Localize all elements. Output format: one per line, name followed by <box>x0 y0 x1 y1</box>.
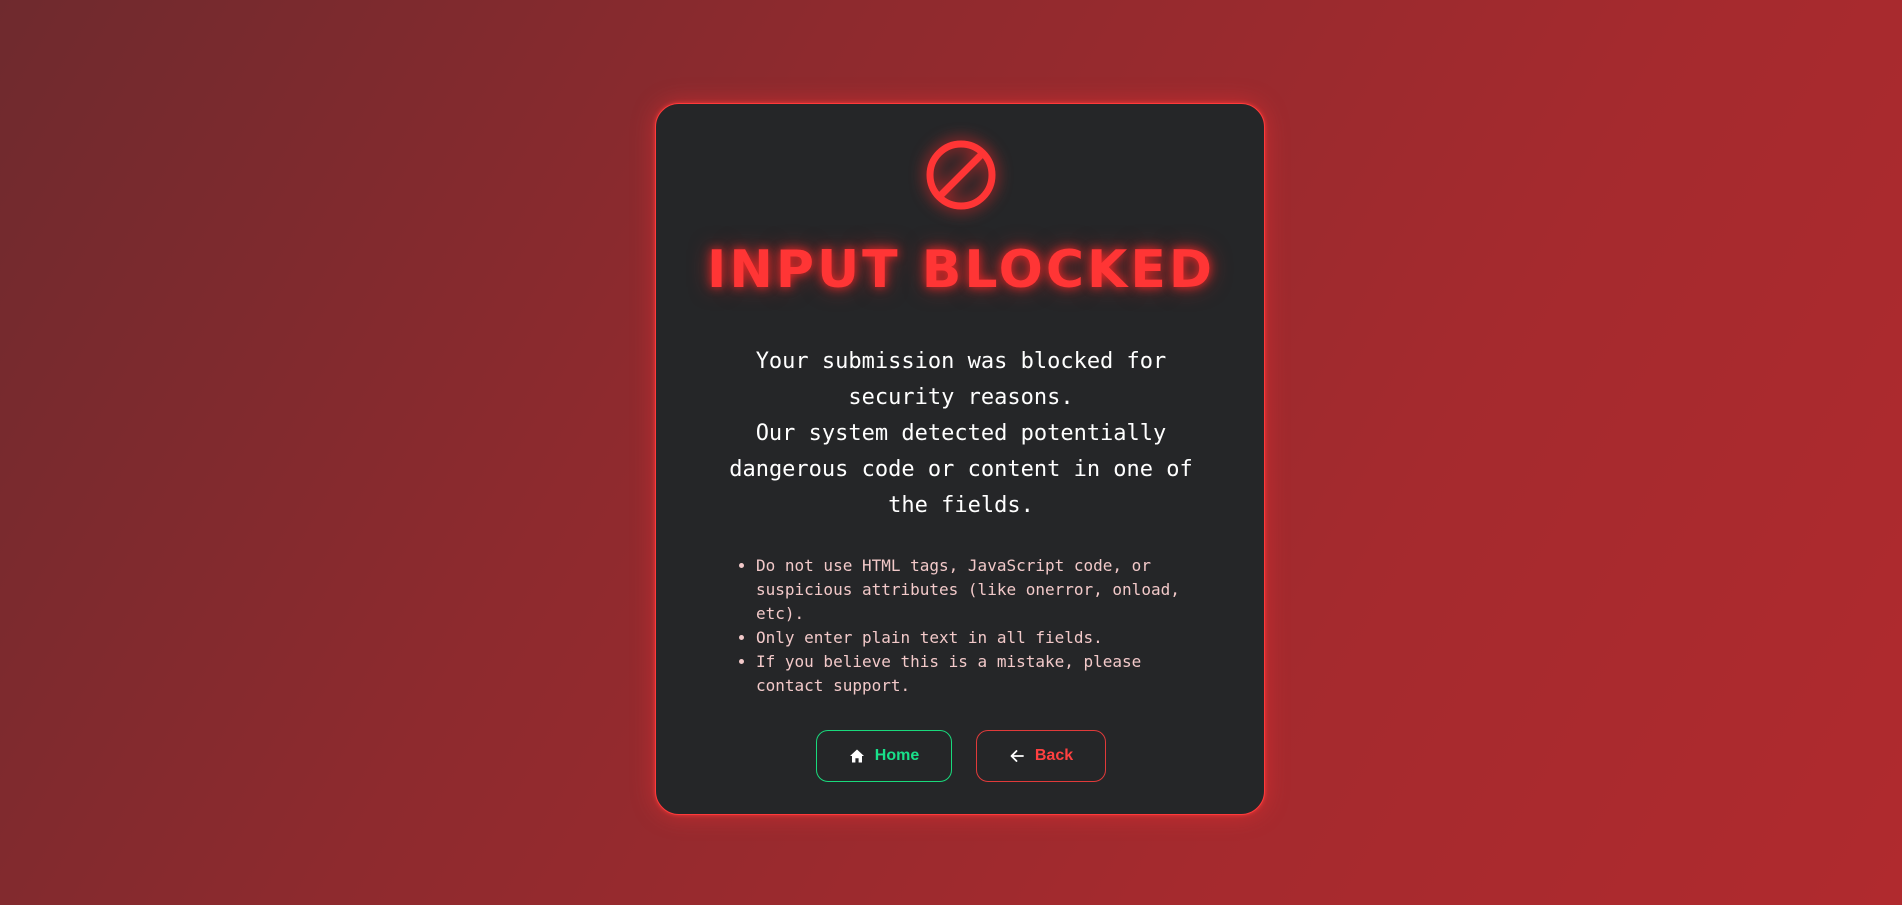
back-button[interactable]: Back <box>976 730 1106 782</box>
block-icon <box>926 140 996 210</box>
arrow-left-icon <box>1010 750 1024 762</box>
back-button-label: Back <box>1034 747 1074 764</box>
home-button-label: Home <box>874 747 920 764</box>
home-icon <box>849 749 864 763</box>
tip-item: If you believe this is a mistake, please… <box>756 650 1194 698</box>
tip-item: Only enter plain text in all fields. <box>756 626 1194 650</box>
message-line: Your submission was blocked for security… <box>755 349 1167 410</box>
message-line: Our system detected potentially dangerou… <box>729 421 1193 518</box>
home-button[interactable]: Home <box>816 730 952 782</box>
blocked-card: INPUT BLOCKED Your submission was blocke… <box>655 103 1265 815</box>
page-title: INPUT BLOCKED <box>706 240 1216 300</box>
tips-list: Do not use HTML tags, JavaScript code, o… <box>734 554 1194 698</box>
block-message: Your submission was blocked for security… <box>726 344 1196 524</box>
tip-item: Do not use HTML tags, JavaScript code, o… <box>756 554 1194 626</box>
